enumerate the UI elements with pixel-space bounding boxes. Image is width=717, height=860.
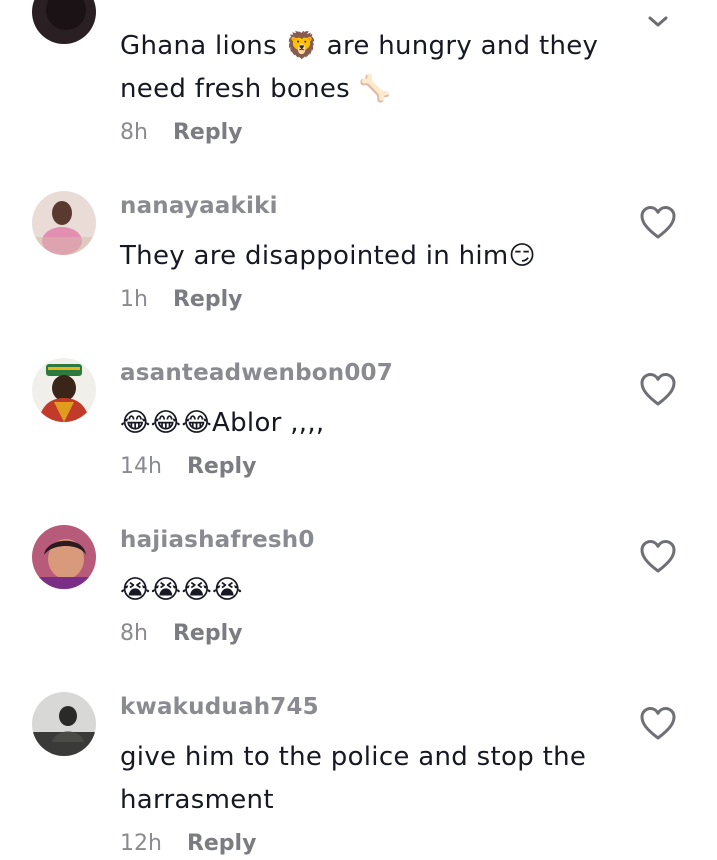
comment-username[interactable]: nanayaakiki bbox=[120, 193, 278, 219]
chevron-down-icon[interactable] bbox=[646, 12, 670, 30]
comment-text: Ghana lions 🦁 are hungry and they need f… bbox=[120, 31, 599, 104]
comment-item: Ghana lions 🦁 are hungry and they need f… bbox=[0, 0, 717, 170]
comment-username[interactable]: hajiashafresh0 bbox=[120, 527, 315, 553]
comment-text: 😂😂😂Ablor ,,,, bbox=[120, 408, 325, 438]
reply-button[interactable]: Reply bbox=[173, 621, 243, 646]
comment-text: They are disappointed in him😏 bbox=[120, 241, 536, 271]
heart-outline-icon[interactable] bbox=[638, 704, 678, 744]
avatar[interactable] bbox=[32, 0, 96, 44]
comment-meta: 1h Reply bbox=[120, 287, 242, 312]
reply-button[interactable]: Reply bbox=[173, 120, 243, 145]
reply-button[interactable]: Reply bbox=[173, 287, 243, 312]
comment-text: 😭😭😭😭 bbox=[120, 575, 243, 605]
heart-outline-icon[interactable] bbox=[638, 537, 678, 577]
avatar[interactable] bbox=[32, 525, 96, 589]
comment-meta: 14h Reply bbox=[120, 454, 256, 479]
avatar[interactable] bbox=[32, 191, 96, 255]
reply-button[interactable]: Reply bbox=[187, 454, 257, 479]
comment-meta: 12h Reply bbox=[120, 831, 256, 856]
comment-username[interactable]: kwakuduah745 bbox=[120, 694, 319, 720]
comment-item: kwakuduah745 give him to the police and … bbox=[0, 691, 717, 860]
comments-list: Ghana lions 🦁 are hungry and they need f… bbox=[0, 0, 717, 860]
comment-time: 12h bbox=[120, 831, 162, 856]
comment-username[interactable]: asanteadwenbon007 bbox=[120, 360, 393, 386]
comment-item: hajiashafresh0 😭😭😭😭 8h Reply bbox=[0, 524, 717, 664]
heart-outline-icon[interactable] bbox=[638, 370, 678, 410]
reply-button[interactable]: Reply bbox=[187, 831, 257, 856]
comment-item: asanteadwenbon007 😂😂😂Ablor ,,,, 14h Repl… bbox=[0, 357, 717, 497]
comment-text: give him to the police and stop the harr… bbox=[120, 742, 587, 815]
avatar[interactable] bbox=[32, 692, 96, 756]
comment-meta: 8h Reply bbox=[120, 621, 242, 646]
heart-outline-icon[interactable] bbox=[638, 203, 678, 243]
comment-time: 1h bbox=[120, 287, 148, 312]
comment-item: nanayaakiki They are disappointed in him… bbox=[0, 190, 717, 330]
avatar[interactable] bbox=[32, 358, 96, 422]
comment-time: 14h bbox=[120, 454, 162, 479]
comment-time: 8h bbox=[120, 120, 148, 145]
comment-time: 8h bbox=[120, 621, 148, 646]
comment-meta: 8h Reply bbox=[120, 120, 242, 145]
